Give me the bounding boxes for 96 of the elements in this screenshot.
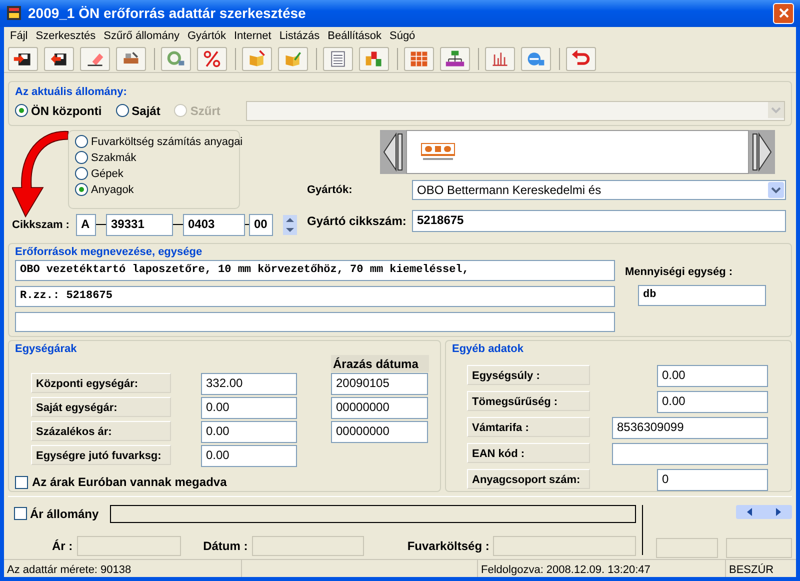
window-title: 2009_1 ÖN erőforrás adattár szerkesztése [28, 4, 307, 23]
field-label: Mennyiségi egység : [625, 265, 734, 280]
field-label: Tömegsűrűség : [467, 391, 590, 412]
input-field[interactable] [612, 443, 768, 466]
radio-label[interactable]: Saját [132, 104, 160, 118]
radio-button[interactable] [15, 104, 28, 118]
curved-arrow-icon [12, 130, 70, 220]
toolbar-button[interactable] [8, 46, 38, 71]
blocks-icon [364, 48, 384, 69]
input-field[interactable]: 0.00 [657, 391, 768, 414]
input-field[interactable]: 0.00 [201, 421, 297, 444]
input-field[interactable] [726, 538, 792, 558]
input-field[interactable]: 332.00 [201, 373, 297, 396]
radio-label[interactable]: Gépek [91, 166, 124, 181]
radio-button[interactable] [75, 183, 88, 196]
input-field[interactable] [76, 536, 182, 556]
dropdown-field[interactable] [246, 100, 785, 121]
book-icon [247, 48, 267, 69]
field-label: Vámtarifa : [467, 417, 590, 438]
field-label: Egységsúly : [467, 365, 590, 386]
input-field[interactable] [656, 538, 718, 558]
radio-label[interactable]: Szakmák [91, 150, 136, 165]
grid-icon [409, 48, 429, 69]
radio-button[interactable] [116, 104, 129, 118]
radio-button[interactable] [75, 135, 88, 148]
status-text: Feldolgozva: 2008.12.09. 13:20:47 [478, 560, 726, 577]
field-label: Dátum : [202, 538, 248, 555]
group-title: Erőforrások megnevezése, egysége [15, 244, 204, 260]
input-field[interactable]: 0 [657, 469, 768, 492]
input-field[interactable]: R.zz.: 5218675 [15, 286, 615, 308]
dropdown-icon[interactable] [768, 182, 784, 198]
group-title: Az aktuális állomány: [15, 85, 128, 100]
radio-label[interactable]: Anyagok [91, 182, 134, 197]
field-label: EAN kód : [467, 443, 590, 464]
field-label: Gyártók: [307, 182, 354, 198]
input-field[interactable]: 39331 [106, 214, 173, 236]
menu-item[interactable]: Súgó [385, 28, 420, 44]
radio-label[interactable]: ÖN központi [31, 104, 102, 118]
checkbox[interactable]: Ár állomány [14, 504, 110, 523]
input-field[interactable]: 0.00 [657, 365, 768, 388]
input-field[interactable] [493, 536, 636, 556]
spin-button[interactable] [283, 214, 297, 235]
menu-item[interactable]: Beállítások [324, 28, 386, 44]
field-label: Gyártó cikkszám: [307, 212, 408, 230]
group-title: Egységárak [15, 342, 78, 357]
input-field[interactable] [15, 312, 615, 332]
field-label: Központi egységár: [31, 373, 171, 394]
field-label: Anyagcsoport szám: [467, 469, 590, 490]
field-label: Százalékos ár: [31, 421, 171, 442]
list-icon [328, 48, 348, 69]
input-field[interactable]: 0.00 [201, 397, 297, 420]
menu-item[interactable]: Gyártók [183, 28, 230, 44]
menu-item[interactable]: Fájl [6, 28, 32, 44]
input-field[interactable]: 0.00 [201, 445, 297, 468]
field-label: Ár : [50, 538, 73, 555]
menu-item[interactable]: Szűrő állomány [100, 28, 184, 44]
radio-label[interactable]: Fuvarköltség számítás anyagai [91, 134, 243, 149]
input-field[interactable]: 5218675 [412, 210, 786, 232]
radio-button[interactable] [75, 151, 88, 164]
down-icon [283, 224, 297, 235]
input-field[interactable]: 20090105 [331, 373, 428, 396]
hierarchy-icon [445, 48, 465, 69]
input-field[interactable]: A [76, 214, 96, 236]
input-field[interactable]: db [638, 284, 766, 306]
field-label: Saját egységár: [31, 397, 171, 418]
group-title: Egyéb adatok [452, 342, 525, 357]
toolbar-button[interactable] [44, 46, 74, 71]
menu-item[interactable]: Listázás [275, 28, 324, 44]
dropdown-field[interactable]: OBO Bettermann Kereskedelmi és [412, 180, 786, 200]
menu-item[interactable]: Internet [230, 28, 276, 44]
field-label: Cikkszam : [12, 218, 70, 233]
logo-icon [421, 142, 455, 161]
input-field[interactable]: 8536309099 [612, 417, 768, 440]
input-field[interactable]: 00000000 [331, 421, 428, 444]
next-icon[interactable] [749, 130, 775, 174]
column-header: Árazás dátuma [331, 355, 429, 372]
input-field[interactable]: 0403 [183, 214, 245, 236]
close-icon [778, 8, 788, 18]
close-button[interactable] [773, 2, 794, 24]
up-icon [283, 214, 297, 225]
input-field[interactable]: 00000000 [331, 397, 428, 420]
dropdown-value: OBO Bettermann Kereskedelmi és [417, 182, 602, 198]
radio-button[interactable] [75, 167, 88, 180]
input-field[interactable]: OBO vezetéktartó laposzetőre, 10 mm körvezetőhöz, 70 mm kiemeléssel, [15, 260, 615, 282]
input-field[interactable]: 00 [249, 214, 273, 236]
status-text: BESZÚR [728, 562, 775, 577]
app-icon [6, 5, 22, 22]
input-field[interactable] [252, 536, 364, 556]
menu-item[interactable]: Szerkesztés [32, 28, 100, 44]
field-label: Egységre jutó fuvarksg: [31, 445, 171, 466]
status-text: Az adattár mérete: 90138 [4, 560, 242, 577]
previous-icon[interactable] [380, 130, 406, 174]
checkbox[interactable]: Az árak Euróban vannak megadva [15, 473, 434, 492]
field-label: Fuvarköltség : [406, 538, 490, 555]
percent-icon [202, 48, 222, 69]
toolbar-button[interactable] [440, 46, 470, 71]
